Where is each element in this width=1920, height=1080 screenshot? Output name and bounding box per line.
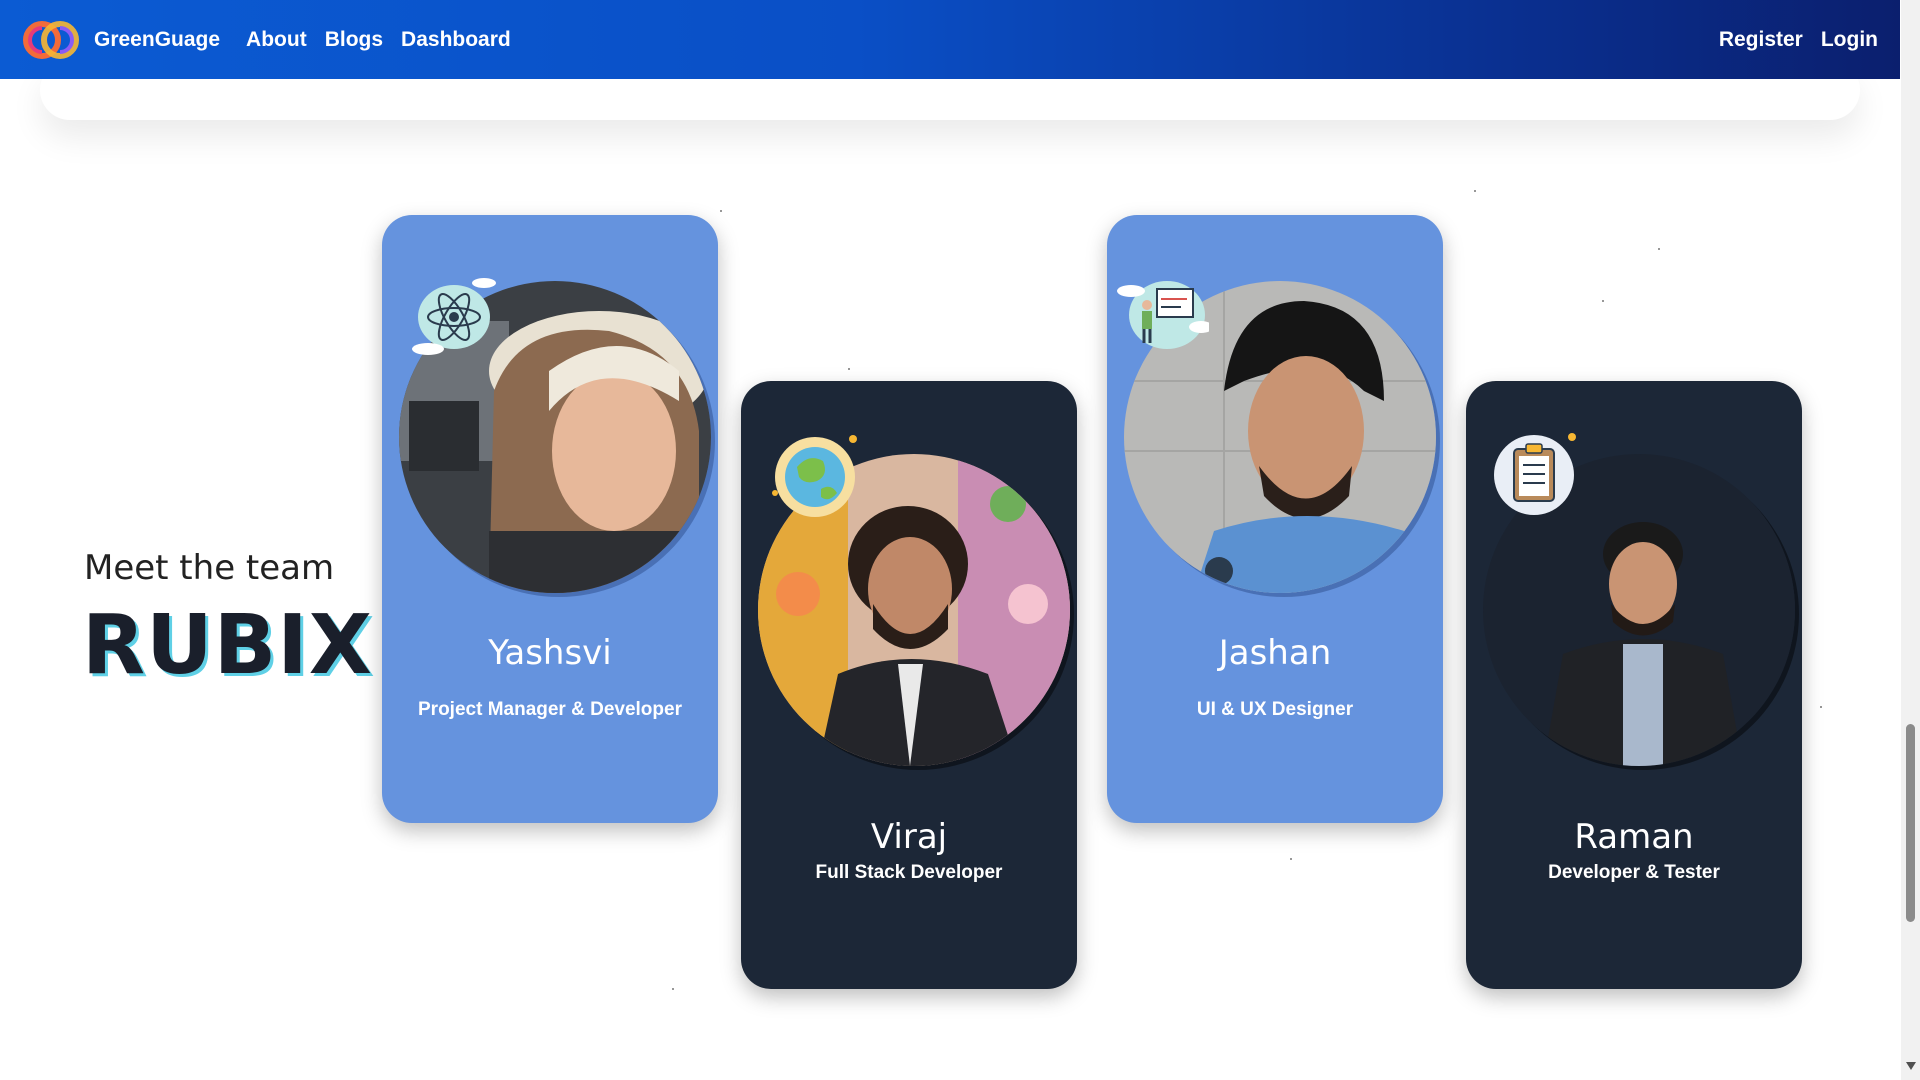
clipboard-icon xyxy=(1488,429,1580,521)
member-card-viraj[interactable]: Viraj Full Stack Developer xyxy=(741,381,1077,989)
decor-dot xyxy=(1658,248,1660,250)
nav-link-about[interactable]: About xyxy=(246,28,307,52)
logo-icon[interactable] xyxy=(22,19,80,61)
nav-link-dashboard[interactable]: Dashboard xyxy=(401,28,511,52)
member-role: Project Manager & Developer xyxy=(418,699,682,720)
decor-dot xyxy=(1474,190,1476,192)
meet-the-team-label: Meet the team xyxy=(84,548,335,588)
scrollbar[interactable] xyxy=(1901,0,1920,1080)
presentation-icon xyxy=(1117,269,1213,361)
nav-right-group: Register Login xyxy=(1719,28,1878,52)
decor-dot xyxy=(672,988,674,990)
nav-link-blogs[interactable]: Blogs xyxy=(325,28,383,52)
member-name: Jashan xyxy=(1218,633,1332,673)
team-name-heading: RUBIX xyxy=(82,598,373,693)
member-card-yashsvi[interactable]: Yashsvi Project Manager & Developer xyxy=(382,215,718,823)
decor-dot xyxy=(1290,858,1292,860)
nav-link-login[interactable]: Login xyxy=(1821,28,1878,52)
member-name: Raman xyxy=(1574,817,1694,857)
member-card-raman[interactable]: Raman Developer & Tester xyxy=(1466,381,1802,989)
member-name: Yashsvi xyxy=(488,633,612,673)
decor-dot xyxy=(848,368,850,370)
scroll-down-icon[interactable] xyxy=(1906,1062,1916,1070)
navbar: GreenGuage About Blogs Dashboard Registe… xyxy=(0,0,1900,79)
atom-icon xyxy=(404,271,496,363)
member-role: UI & UX Designer xyxy=(1196,699,1354,720)
member-role: Developer & Tester xyxy=(1548,862,1720,883)
member-role: Full Stack Developer xyxy=(815,862,1003,883)
nav-link-register[interactable]: Register xyxy=(1719,28,1803,52)
decor-dot xyxy=(1602,300,1604,302)
scrollbar-thumb[interactable] xyxy=(1906,724,1915,922)
member-card-jashan[interactable]: Jashan UI & UX Designer xyxy=(1107,215,1443,823)
decor-dot xyxy=(720,210,722,212)
brand-name[interactable]: GreenGuage xyxy=(94,28,220,52)
globe-icon xyxy=(769,431,861,523)
decor-dot xyxy=(1820,706,1822,708)
member-name: Viraj xyxy=(870,817,948,857)
